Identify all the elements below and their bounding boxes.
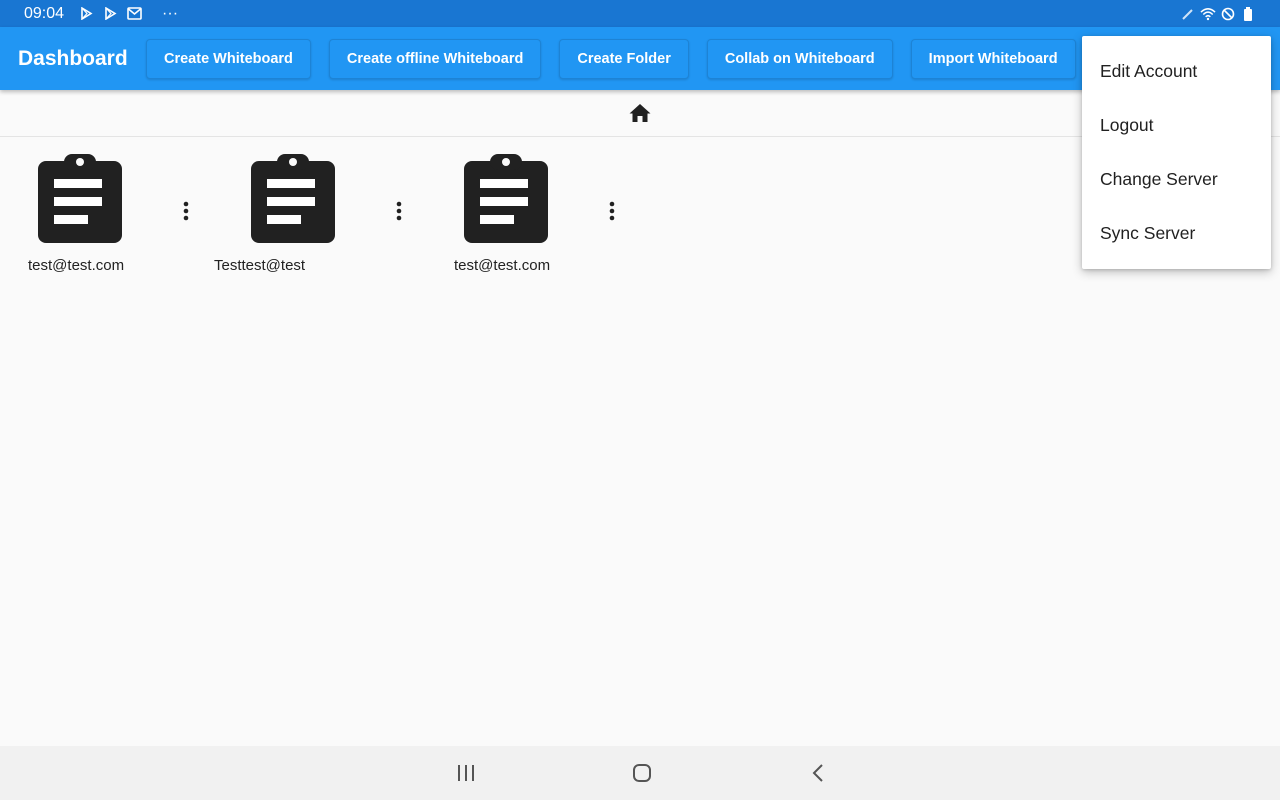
more-vert-icon[interactable] [387, 197, 411, 225]
grid-item[interactable]: Testtest@test [213, 137, 426, 287]
recent-apps-icon[interactable] [453, 760, 479, 786]
create-whiteboard-button[interactable]: Create Whiteboard [146, 38, 311, 79]
item-label: test@test.com [454, 257, 551, 274]
clipboard-icon[interactable] [462, 149, 550, 245]
clipboard-icon[interactable] [249, 149, 337, 245]
play-store-icon [78, 6, 94, 22]
do-not-disturb-icon [1220, 6, 1236, 22]
menu-item-sync-server[interactable]: Sync Server [1082, 206, 1271, 260]
item-label: test@test.com [28, 257, 125, 274]
grid-item[interactable]: test@test.com [426, 137, 639, 287]
screen: 09:04 ··· Dashboard Create Whiteboard Cr… [0, 0, 1280, 800]
navigation-bar [0, 746, 1280, 800]
more-vert-icon[interactable] [600, 197, 624, 225]
collab-on-whiteboard-button[interactable]: Collab on Whiteboard [706, 38, 893, 79]
status-left: 09:04 ··· [24, 5, 178, 23]
pen-icon [1180, 6, 1196, 22]
status-time: 09:04 [24, 4, 65, 22]
menu-item-logout[interactable]: Logout [1082, 98, 1271, 152]
status-more-dots: ··· [162, 4, 179, 22]
home-nav-icon[interactable] [629, 760, 655, 786]
status-right [1180, 6, 1256, 22]
menu-item-edit-account[interactable]: Edit Account [1082, 44, 1271, 98]
clipboard-icon[interactable] [36, 149, 124, 245]
create-offline-whiteboard-button[interactable]: Create offline Whiteboard [328, 38, 542, 79]
import-whiteboard-button[interactable]: Import Whiteboard [910, 38, 1076, 79]
more-vert-icon[interactable] [174, 197, 198, 225]
grid-item[interactable]: test@test.com [0, 137, 213, 287]
back-icon[interactable] [805, 760, 831, 786]
create-folder-button[interactable]: Create Folder [559, 38, 689, 79]
app-title: Dashboard [18, 46, 128, 70]
menu-item-change-server[interactable]: Change Server [1082, 152, 1271, 206]
item-label: Testtest@test [214, 257, 306, 274]
status-bar: 09:04 ··· [0, 0, 1280, 27]
account-popup-menu: Edit Account Logout Change Server Sync S… [1082, 36, 1271, 269]
play-store-icon [102, 6, 118, 22]
home-icon[interactable] [628, 102, 652, 124]
gmail-icon [126, 6, 142, 22]
battery-icon [1240, 6, 1256, 22]
wifi-icon [1200, 6, 1216, 22]
